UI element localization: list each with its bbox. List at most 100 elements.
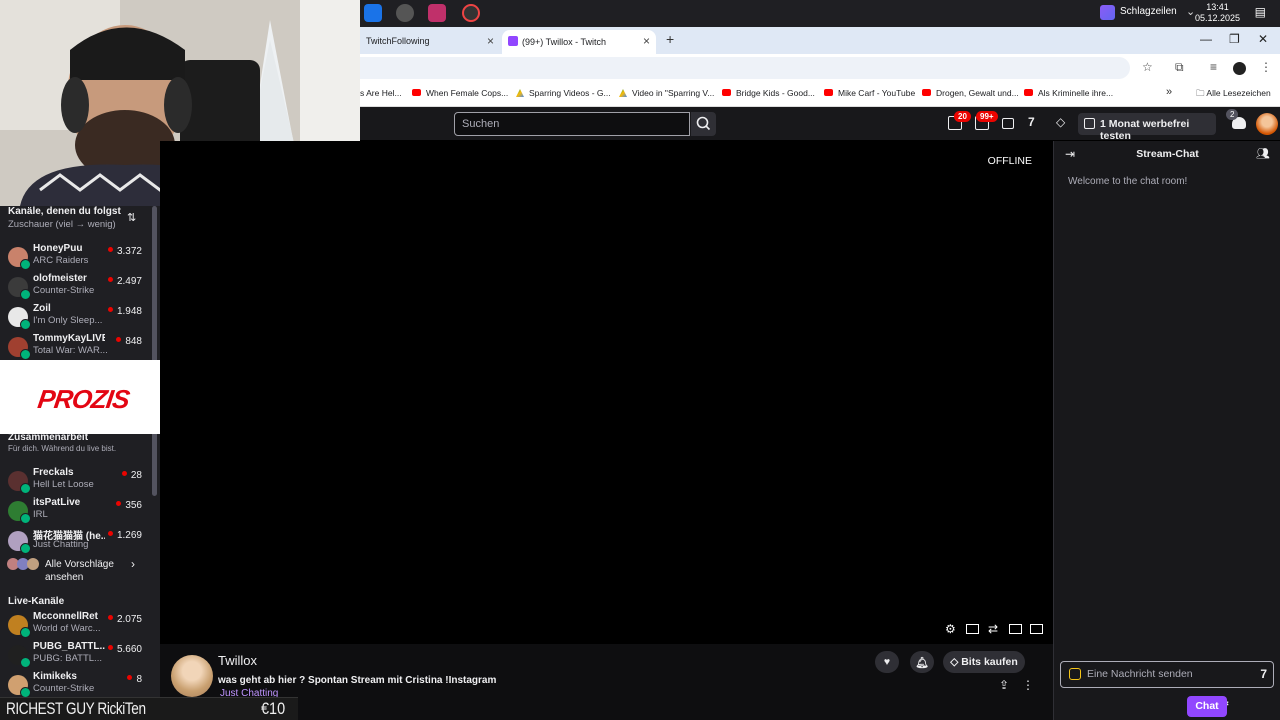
- donation-text: RICHEST GUY RickiTen: [6, 699, 146, 718]
- avatar: [27, 558, 39, 570]
- fullscreen-icon[interactable]: [1030, 624, 1043, 634]
- youtube-icon: [824, 89, 833, 96]
- channel-name: Kimikeks: [33, 671, 77, 682]
- theatre-mode-icon[interactable]: [966, 624, 979, 634]
- channel-game: Total War: WAR...: [33, 345, 108, 356]
- more-suggestions-button[interactable]: Alle Vorschläge ansehen ›: [0, 554, 156, 584]
- search-input[interactable]: Suchen: [454, 112, 690, 136]
- emote-icon[interactable]: [1069, 668, 1081, 680]
- bookmark[interactable]: Mike Carf - YouTube: [824, 88, 915, 98]
- channel-game: Hell Let Loose: [33, 479, 94, 490]
- sidebar-channel-collab[interactable]: Freckals Hell Let Loose 28: [0, 466, 156, 496]
- settings-icon[interactable]: ⚙: [945, 622, 959, 636]
- viewer-count: 2.075: [108, 614, 142, 625]
- sidebar-channel-live[interactable]: PUBG_BATTL... PUBG: BATTL... 5.660: [0, 640, 156, 670]
- extensions-icon[interactable]: ⧉: [1175, 60, 1184, 75]
- channel-game: I'm Only Sleep...: [33, 315, 103, 326]
- youtube-icon: [412, 89, 421, 96]
- viewer-count: 848: [116, 336, 142, 347]
- sidebar-channel-collab[interactable]: 猫花猫猫猫 (he... Just Chatting 1.269: [0, 526, 156, 556]
- new-tab-icon[interactable]: +: [666, 31, 674, 47]
- clock[interactable]: 13:41 05.12.2025: [1195, 2, 1240, 24]
- collab-subtitle: Für dich. Während du live bist.: [8, 444, 117, 453]
- follow-button[interactable]: ♥: [875, 651, 899, 673]
- drive-icon: [516, 89, 524, 97]
- channel-avatar: [8, 615, 31, 638]
- sidebar-channel-collab[interactable]: itsPatLive IRL 356: [0, 496, 156, 526]
- chevron-down-icon[interactable]: ⌄: [1186, 5, 1195, 18]
- user-avatar[interactable]: [1256, 113, 1278, 135]
- search-button[interactable]: [691, 112, 716, 136]
- clock-time: 13:41: [1206, 2, 1229, 12]
- turbo-icon[interactable]: 7: [1028, 115, 1042, 129]
- followed-title: Kanäle, denen du folgst: [8, 206, 121, 217]
- viewer-count: 28: [122, 470, 142, 481]
- sidebar-channel-live[interactable]: McconnellRet World of Warc... 2.075: [0, 610, 156, 640]
- bookmark[interactable]: Video in "Sparring V...: [619, 88, 714, 98]
- mini-player-icon[interactable]: [1009, 624, 1022, 634]
- channel-game: ARC Raiders: [33, 255, 89, 266]
- browser-tab-active[interactable]: (99+) Twillox - Twitch ×: [502, 30, 656, 54]
- sidebar-channel-followed[interactable]: TommyKayLIVE Total War: WAR... 848: [0, 332, 156, 362]
- ad-brand-logo: PROZIS: [35, 384, 131, 414]
- channel-avatar[interactable]: [171, 655, 213, 697]
- media-icon[interactable]: ≡: [1210, 60, 1217, 74]
- share-icon[interactable]: ⇪: [999, 678, 1009, 692]
- browser-tabbar: TwitchFollowing × (99+) Twillox - Twitch…: [360, 27, 1280, 54]
- sidebar-channel-followed[interactable]: olofmeister Counter-Strike 2.497: [0, 272, 156, 302]
- bookmark[interactable]: When Female Cops...: [412, 88, 508, 98]
- channel-avatar: [8, 337, 31, 360]
- all-bookmarks[interactable]: 🗀 Alle Lesezeichen: [1196, 88, 1271, 102]
- star-icon[interactable]: ☆: [1142, 60, 1153, 74]
- taskbar-app-icon[interactable]: [396, 4, 414, 22]
- maximize-icon[interactable]: ❐: [1229, 32, 1240, 46]
- channel-game: Counter-Strike: [33, 285, 95, 296]
- channel-name[interactable]: Twillox: [218, 653, 257, 668]
- video-player[interactable]: OFFLINE ⚙ ⇄: [160, 141, 1053, 644]
- whispers-icon[interactable]: [1002, 118, 1014, 129]
- more-bookmarks-icon[interactable]: »: [1166, 86, 1172, 98]
- bits-button[interactable]: ◇ Bits kaufen: [943, 651, 1025, 673]
- chat-users-icon[interactable]: 👥︎: [1256, 147, 1270, 160]
- news-label[interactable]: Schlagzeilen: [1120, 6, 1177, 17]
- url-input[interactable]: [360, 57, 1130, 79]
- menu-icon[interactable]: ⋮: [1260, 60, 1272, 74]
- heart-icon: ♥: [883, 656, 891, 668]
- browser-tab[interactable]: TwitchFollowing ×: [360, 30, 500, 54]
- bits-icon[interactable]: ◇: [1056, 115, 1070, 129]
- turbo-icon[interactable]: 7: [1260, 667, 1267, 681]
- inbox-badge: 99+: [976, 111, 998, 122]
- sidebar-channel-live[interactable]: Kimikeks Counter-Strike 8: [0, 670, 156, 700]
- sort-icon[interactable]: ⇅: [127, 211, 136, 224]
- popout-icon[interactable]: ⇄: [988, 622, 1002, 636]
- bookmark[interactable]: Bridge Kids - Good...: [722, 88, 815, 98]
- close-tab-icon[interactable]: ×: [487, 34, 494, 48]
- bookmark[interactable]: Sparring Videos - G...: [516, 88, 611, 98]
- profile-icon[interactable]: [1233, 62, 1246, 75]
- turbo-trial-button[interactable]: 1 Monat werbefrei testen: [1078, 113, 1216, 142]
- sidebar-channel-followed[interactable]: HoneyPuu ARC Raiders 3.372: [0, 242, 156, 272]
- taskbar-app-icon[interactable]: [462, 4, 480, 22]
- bookmark[interactable]: s Are Hel...: [360, 88, 402, 98]
- offline-status: OFFLINE: [987, 155, 1032, 167]
- chat-send-button[interactable]: Chat: [1187, 696, 1227, 717]
- taskbar-app-icon[interactable]: [428, 4, 446, 22]
- minimize-icon[interactable]: —: [1200, 32, 1212, 46]
- news-icon[interactable]: [1100, 5, 1115, 20]
- channel-avatar: [8, 675, 31, 698]
- more-options-icon[interactable]: ⋮: [1022, 678, 1034, 692]
- bell-icon: 🔔︎: [915, 657, 929, 669]
- chat-input[interactable]: Eine Nachricht senden 7: [1060, 661, 1274, 688]
- close-tab-icon[interactable]: ×: [643, 34, 650, 48]
- bookmark[interactable]: Als Kriminelle ihre...: [1024, 88, 1113, 98]
- channel-name: itsPatLive: [33, 497, 81, 508]
- followed-sort-label: Zuschauer (viel → wenig): [8, 219, 116, 230]
- viewer-count: 356: [116, 500, 142, 511]
- taskbar-app-icon[interactable]: [364, 4, 382, 22]
- close-window-icon[interactable]: ✕: [1258, 32, 1268, 46]
- channel-avatar: [8, 531, 31, 554]
- notify-button[interactable]: 🔔︎: [910, 651, 934, 673]
- sidebar-channel-followed[interactable]: Zoil I'm Only Sleep... 1.948: [0, 302, 156, 332]
- notification-center-icon[interactable]: ▤: [1255, 5, 1266, 19]
- bookmark[interactable]: Drogen, Gewalt und...: [922, 88, 1019, 98]
